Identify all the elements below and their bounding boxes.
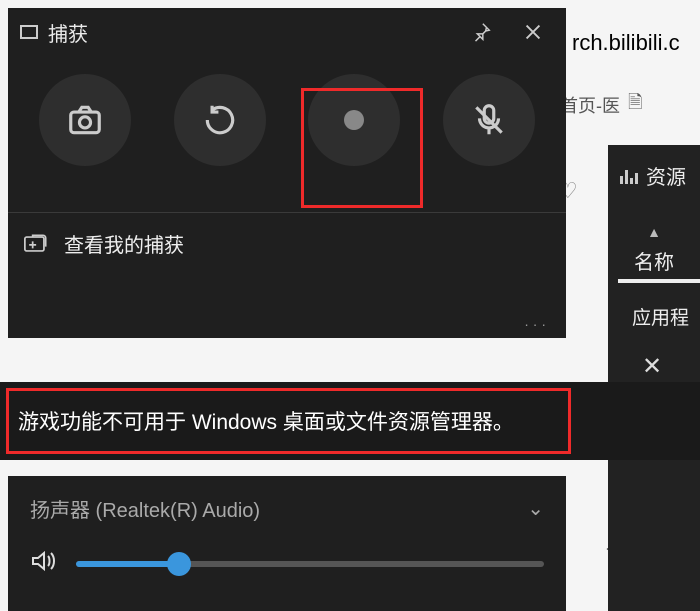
pin-icon [470,21,492,43]
resource-column-header[interactable]: 名称 [608,240,700,283]
volume-slider-fill [76,561,179,567]
close-icon [522,21,544,43]
pin-button[interactable] [460,11,502,53]
audio-device-row[interactable]: 扬声器 (Realtek(R) Audio) ⌄ [8,476,566,523]
chevron-down-icon: ⌄ [527,496,544,521]
resource-title-row: 资源 [608,145,700,198]
view-captures-row[interactable]: 查看我的捕获 [8,213,566,274]
column-underline [618,279,700,283]
resource-panel: 资源 ▲ 名称 应用程 ✕ [608,145,700,611]
close-button[interactable] [512,11,554,53]
capture-title-icon [20,25,38,39]
rewind-icon [201,101,239,139]
bars-icon [620,168,638,184]
capture-panel: 捕获 [8,8,566,338]
audio-panel: 扬声器 (Realtek(R) Audio) ⌄ [8,476,566,611]
browser-tab-row: 首页-医 🗎 [560,90,642,120]
record-dot-icon [344,110,364,130]
panel-resize-dots[interactable]: · · · [524,316,546,332]
record-last-button[interactable] [174,74,266,166]
record-button[interactable] [308,74,400,166]
screenshot-button[interactable] [39,74,131,166]
address-bar-fragment: rch.bilibili.c [572,30,680,56]
file-icon: 🗎 [628,90,642,120]
sort-arrow-icon[interactable]: ▲ [608,198,700,240]
capture-buttons-row [8,56,566,176]
mic-mute-button[interactable] [443,74,535,166]
gallery-icon [24,234,50,254]
volume-slider-thumb[interactable] [167,552,191,576]
camera-icon [66,101,104,139]
resource-column-name: 名称 [634,252,674,274]
mic-off-icon [470,101,508,139]
capture-titlebar: 捕获 [8,8,566,56]
volume-slider-row [8,523,566,578]
capture-title: 捕获 [48,18,450,47]
error-message-bar: 游戏功能不可用于 Windows 桌面或文件资源管理器。 [0,382,700,460]
resource-close-button[interactable]: ✕ [608,330,700,381]
speaker-icon [30,549,58,573]
resource-row-apps[interactable]: 应用程 [608,283,700,330]
resource-title: 资源 [646,161,686,190]
error-message-text: 游戏功能不可用于 Windows 桌面或文件资源管理器。 [18,406,514,436]
speaker-button[interactable] [30,549,58,578]
browser-tab-label[interactable]: 首页-医 [560,92,620,118]
view-captures-label: 查看我的捕获 [64,229,184,258]
volume-slider[interactable] [76,561,544,567]
audio-device-label: 扬声器 (Realtek(R) Audio) [30,494,260,523]
